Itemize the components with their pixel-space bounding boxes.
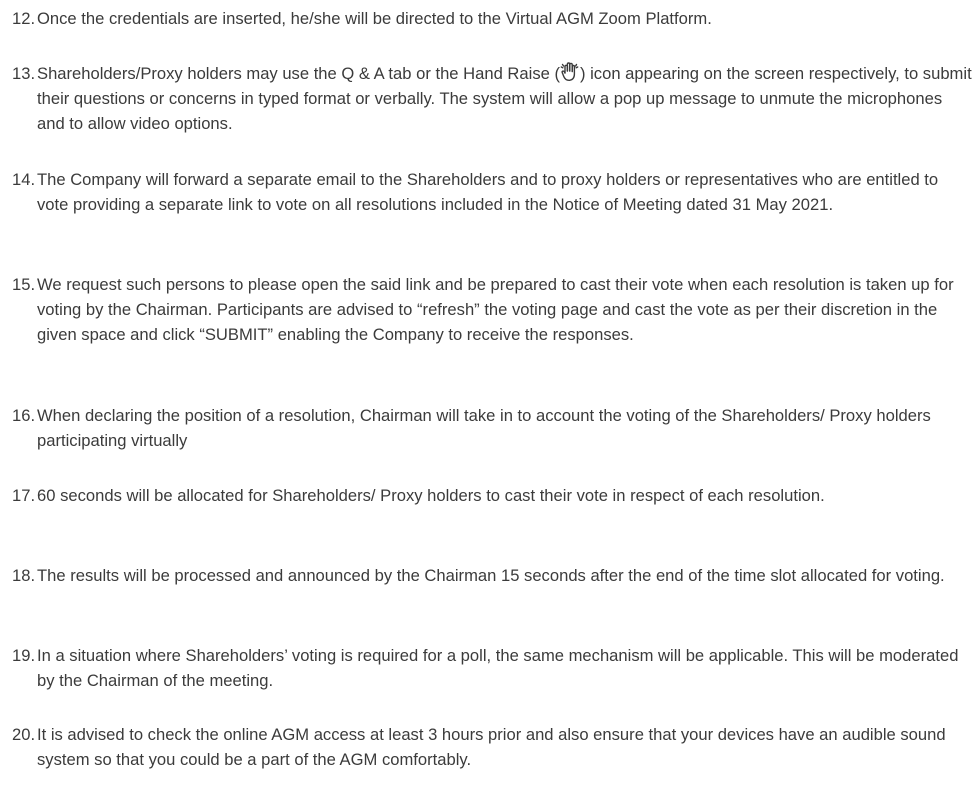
item-number: 18. xyxy=(12,566,36,585)
item-number: 16. xyxy=(12,406,36,425)
raised-hand-icon xyxy=(560,61,580,83)
item-text: We request such persons to please open t… xyxy=(37,275,954,344)
item-text: 60 seconds will be allocated for Shareho… xyxy=(37,486,825,505)
item-number: 20. xyxy=(12,725,36,744)
item-text: The Company will forward a separate emai… xyxy=(37,170,939,214)
item-number: 15. xyxy=(12,275,36,294)
item-text: Once the credentials are inserted, he/sh… xyxy=(37,9,712,28)
item-text-before-icon: Shareholders/Proxy holders may use the Q… xyxy=(37,64,560,83)
item-number: 14. xyxy=(12,170,36,189)
item-number: 13. xyxy=(12,64,36,83)
item-text: Shareholders/Proxy holders may use the Q… xyxy=(37,61,973,136)
item-text: When declaring the position of a resolut… xyxy=(37,406,931,450)
item-number: 12. xyxy=(12,9,36,28)
item-text: It is advised to check the online AGM ac… xyxy=(37,725,946,769)
item-number: 19. xyxy=(12,646,36,665)
item-text: The results will be processed and announ… xyxy=(37,566,945,585)
item-text: In a situation where Shareholders’ votin… xyxy=(37,646,959,690)
item-number: 17. xyxy=(12,486,36,505)
